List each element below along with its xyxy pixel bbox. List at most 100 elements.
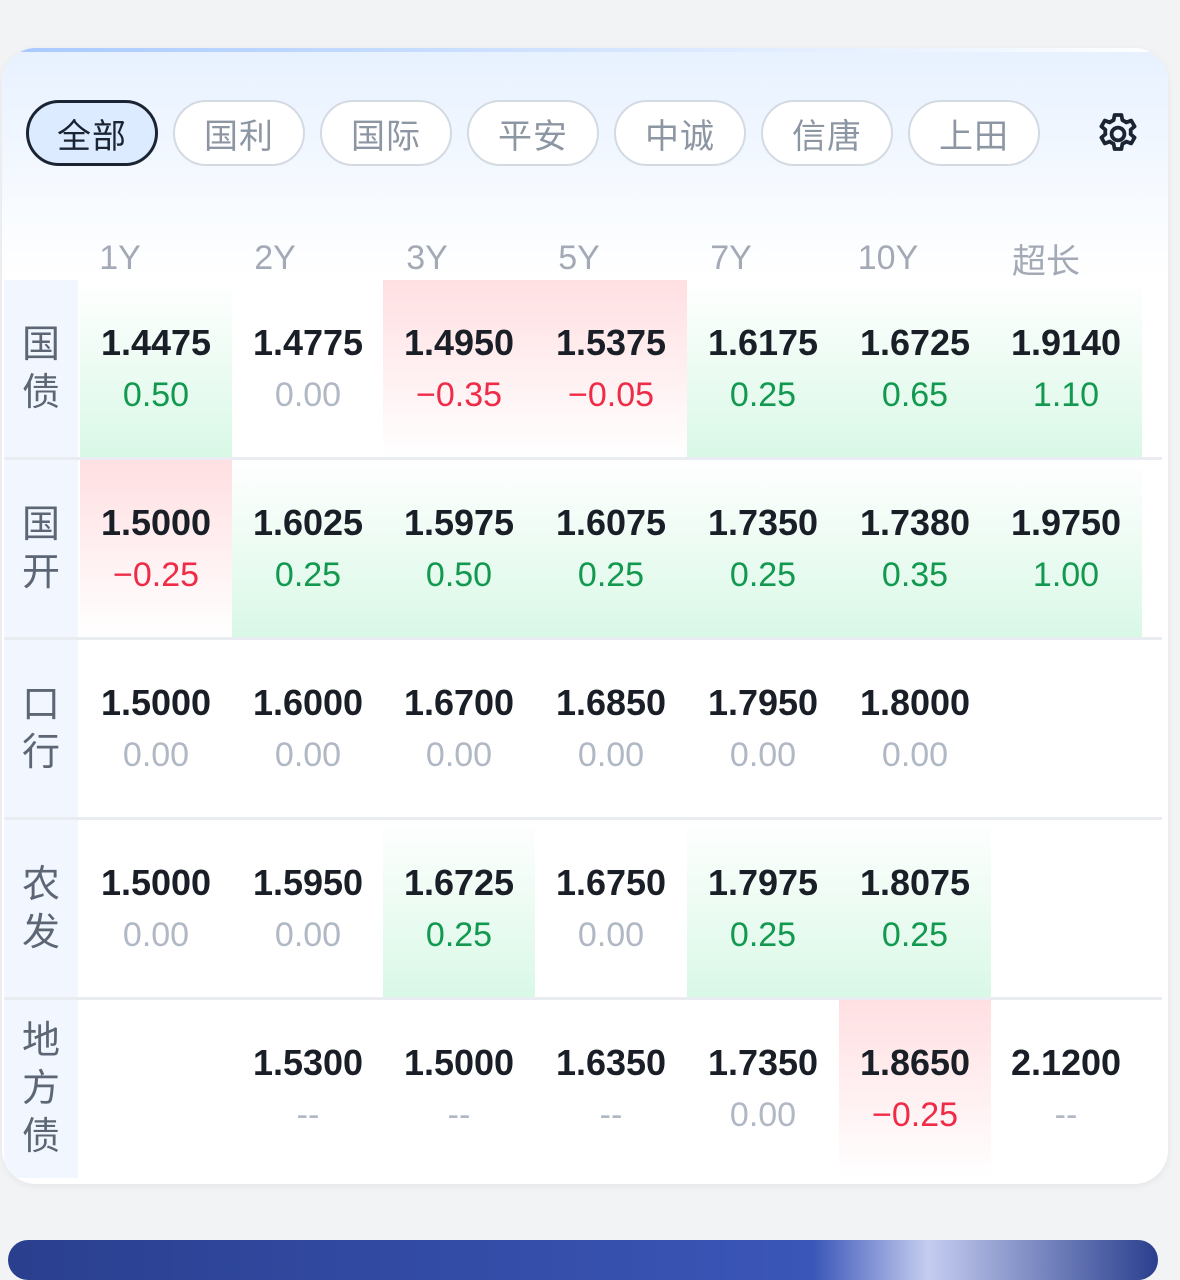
- yield-change: 0.00: [425, 736, 493, 774]
- yield-change: --: [599, 1096, 623, 1134]
- yield-value: 1.5000: [100, 682, 212, 723]
- yield-change: 0.65: [881, 376, 949, 414]
- yield-cell: [990, 640, 1142, 818]
- yield-cell[interactable]: 1.5950 0.00: [232, 820, 384, 998]
- col-header-7y: 7Y: [710, 238, 752, 277]
- yield-cell: [80, 1000, 232, 1178]
- yield-cell[interactable]: 1.7350 0.00: [687, 1000, 839, 1178]
- row-label-text: 口行: [21, 684, 60, 774]
- yield-cell[interactable]: 1.5375 −0.05: [535, 280, 687, 458]
- yield-value: 1.5975: [403, 502, 515, 543]
- yield-cell[interactable]: 1.6075 0.25: [535, 460, 687, 638]
- yield-cell[interactable]: 1.6350 --: [535, 1000, 687, 1178]
- yield-cell[interactable]: 1.5300 --: [232, 1000, 384, 1178]
- yield-cell[interactable]: 1.5000 --: [383, 1000, 535, 1178]
- yield-value: 1.7350: [707, 502, 819, 543]
- table-row-nongfa[interactable]: 农发 1.5000 0.00 1.5950 0.00 1.6725 0.25 1.6750 0.…: [4, 820, 1162, 1000]
- yield-value: 1.6350: [555, 1042, 667, 1083]
- banner-card[interactable]: [8, 1240, 1158, 1280]
- yield-change: --: [296, 1096, 320, 1134]
- yield-value: 1.5300: [252, 1042, 364, 1083]
- yield-value: 1.8000: [859, 682, 971, 723]
- col-header-1y: 1Y: [99, 238, 141, 277]
- yield-value: 1.8075: [859, 862, 971, 903]
- row-label-text: 农发: [21, 864, 60, 954]
- yield-cell[interactable]: 1.6700 0.00: [383, 640, 535, 818]
- yield-change: −0.35: [415, 376, 503, 414]
- col-header-3y: 3Y: [406, 238, 448, 277]
- tab-shangtian[interactable]: 上田: [908, 100, 1040, 166]
- yield-cell[interactable]: 1.6750 0.00: [535, 820, 687, 998]
- table-row-guozhai[interactable]: 国债 1.4475 0.50 1.4775 0.00 1.4950 −0.35 1.5375 −…: [4, 280, 1162, 460]
- tab-guoli[interactable]: 国利: [173, 100, 305, 166]
- yield-change: 0.00: [577, 916, 645, 954]
- yield-cell[interactable]: 1.7975 0.25: [687, 820, 839, 998]
- yield-value: 1.7975: [707, 862, 819, 903]
- yield-cell[interactable]: 1.6175 0.25: [687, 280, 839, 458]
- tab-all[interactable]: 全部: [26, 100, 158, 166]
- yield-value: 1.8650: [859, 1042, 971, 1083]
- yield-value: 1.6725: [403, 862, 515, 903]
- table-row-difangzhai[interactable]: 地方债 1.5300 -- 1.5000 -- 1.6350 -- 1.7350 0.00 1.8…: [4, 1000, 1162, 1178]
- yield-value: 1.4775: [252, 322, 364, 363]
- yield-cell[interactable]: 1.5000 0.00: [80, 640, 232, 818]
- yield-change: 0.50: [425, 556, 493, 594]
- yield-change: 1.10: [1032, 376, 1100, 414]
- table-row-kouhang[interactable]: 口行 1.5000 0.00 1.6000 0.00 1.6700 0.00 1.6850 0.…: [4, 640, 1162, 820]
- yield-change: 0.25: [729, 556, 797, 594]
- row-label-text: 国债: [21, 324, 60, 414]
- yield-cell[interactable]: 1.4475 0.50: [80, 280, 232, 458]
- yield-cell[interactable]: 1.7950 0.00: [687, 640, 839, 818]
- yield-value: 1.5375: [555, 322, 667, 363]
- yield-value: 1.6025: [252, 502, 364, 543]
- yield-change: 0.50: [122, 376, 190, 414]
- gear-icon[interactable]: [1094, 110, 1142, 158]
- yield-cell[interactable]: 1.6725 0.65: [839, 280, 991, 458]
- yield-value: 1.6725: [859, 322, 971, 363]
- yield-cell[interactable]: 1.9140 1.10: [990, 280, 1142, 458]
- yield-change: 0.00: [729, 736, 797, 774]
- yield-change: 0.25: [729, 376, 797, 414]
- yield-cell[interactable]: 1.9750 1.00: [990, 460, 1142, 638]
- row-label: 地方债: [4, 1000, 78, 1178]
- yield-change: 0.25: [425, 916, 493, 954]
- yield-cell[interactable]: 1.6000 0.00: [232, 640, 384, 818]
- yield-change: 0.25: [729, 916, 797, 954]
- yield-cell[interactable]: 1.7380 0.35: [839, 460, 991, 638]
- yield-change: 0.00: [577, 736, 645, 774]
- row-label-text: 地方债: [21, 1020, 60, 1158]
- yield-change: 1.00: [1032, 556, 1100, 594]
- yield-cell[interactable]: 1.8650 −0.25: [839, 1000, 991, 1178]
- yield-cell[interactable]: 1.5000 0.00: [80, 820, 232, 998]
- yield-change: 0.00: [122, 916, 190, 954]
- yield-cell[interactable]: 1.6850 0.00: [535, 640, 687, 818]
- yield-cell[interactable]: 1.8000 0.00: [839, 640, 991, 818]
- row-label-text: 国开: [21, 504, 60, 594]
- yield-change: 0.00: [881, 736, 949, 774]
- yield-change: --: [447, 1096, 471, 1134]
- tab-guoji[interactable]: 国际: [320, 100, 452, 166]
- tab-pingan[interactable]: 平安: [467, 100, 599, 166]
- yield-cell[interactable]: 1.7350 0.25: [687, 460, 839, 638]
- table-row-guokai[interactable]: 国开 1.5000 −0.25 1.6025 0.25 1.5975 0.50 1.6075 0…: [4, 460, 1162, 640]
- yield-value: 1.5950: [252, 862, 364, 903]
- yield-value: 1.6750: [555, 862, 667, 903]
- yield-change: 0.00: [274, 376, 342, 414]
- tab-xintang[interactable]: 信唐: [761, 100, 893, 166]
- tab-zhongcheng[interactable]: 中诚: [614, 100, 746, 166]
- row-label: 国债: [4, 280, 78, 458]
- col-header-2y: 2Y: [254, 238, 296, 277]
- row-label: 国开: [4, 460, 78, 638]
- yield-cell[interactable]: 1.8075 0.25: [839, 820, 991, 998]
- yield-cell[interactable]: 1.5975 0.50: [383, 460, 535, 638]
- yield-cell[interactable]: 1.4775 0.00: [232, 280, 384, 458]
- col-header-5y: 5Y: [558, 238, 600, 277]
- yield-value: 1.4475: [100, 322, 212, 363]
- yield-cell[interactable]: 1.6025 0.25: [232, 460, 384, 638]
- yield-cell[interactable]: 1.4950 −0.35: [383, 280, 535, 458]
- yield-change: −0.25: [871, 1096, 959, 1134]
- bond-yield-card: 全部 国利 国际 平安 中诚 信唐 上田 1Y 2Y 3Y 5Y 7Y 10Y …: [2, 48, 1168, 1184]
- yield-cell[interactable]: 2.1200 --: [990, 1000, 1142, 1178]
- yield-cell[interactable]: 1.5000 −0.25: [80, 460, 232, 638]
- yield-cell[interactable]: 1.6725 0.25: [383, 820, 535, 998]
